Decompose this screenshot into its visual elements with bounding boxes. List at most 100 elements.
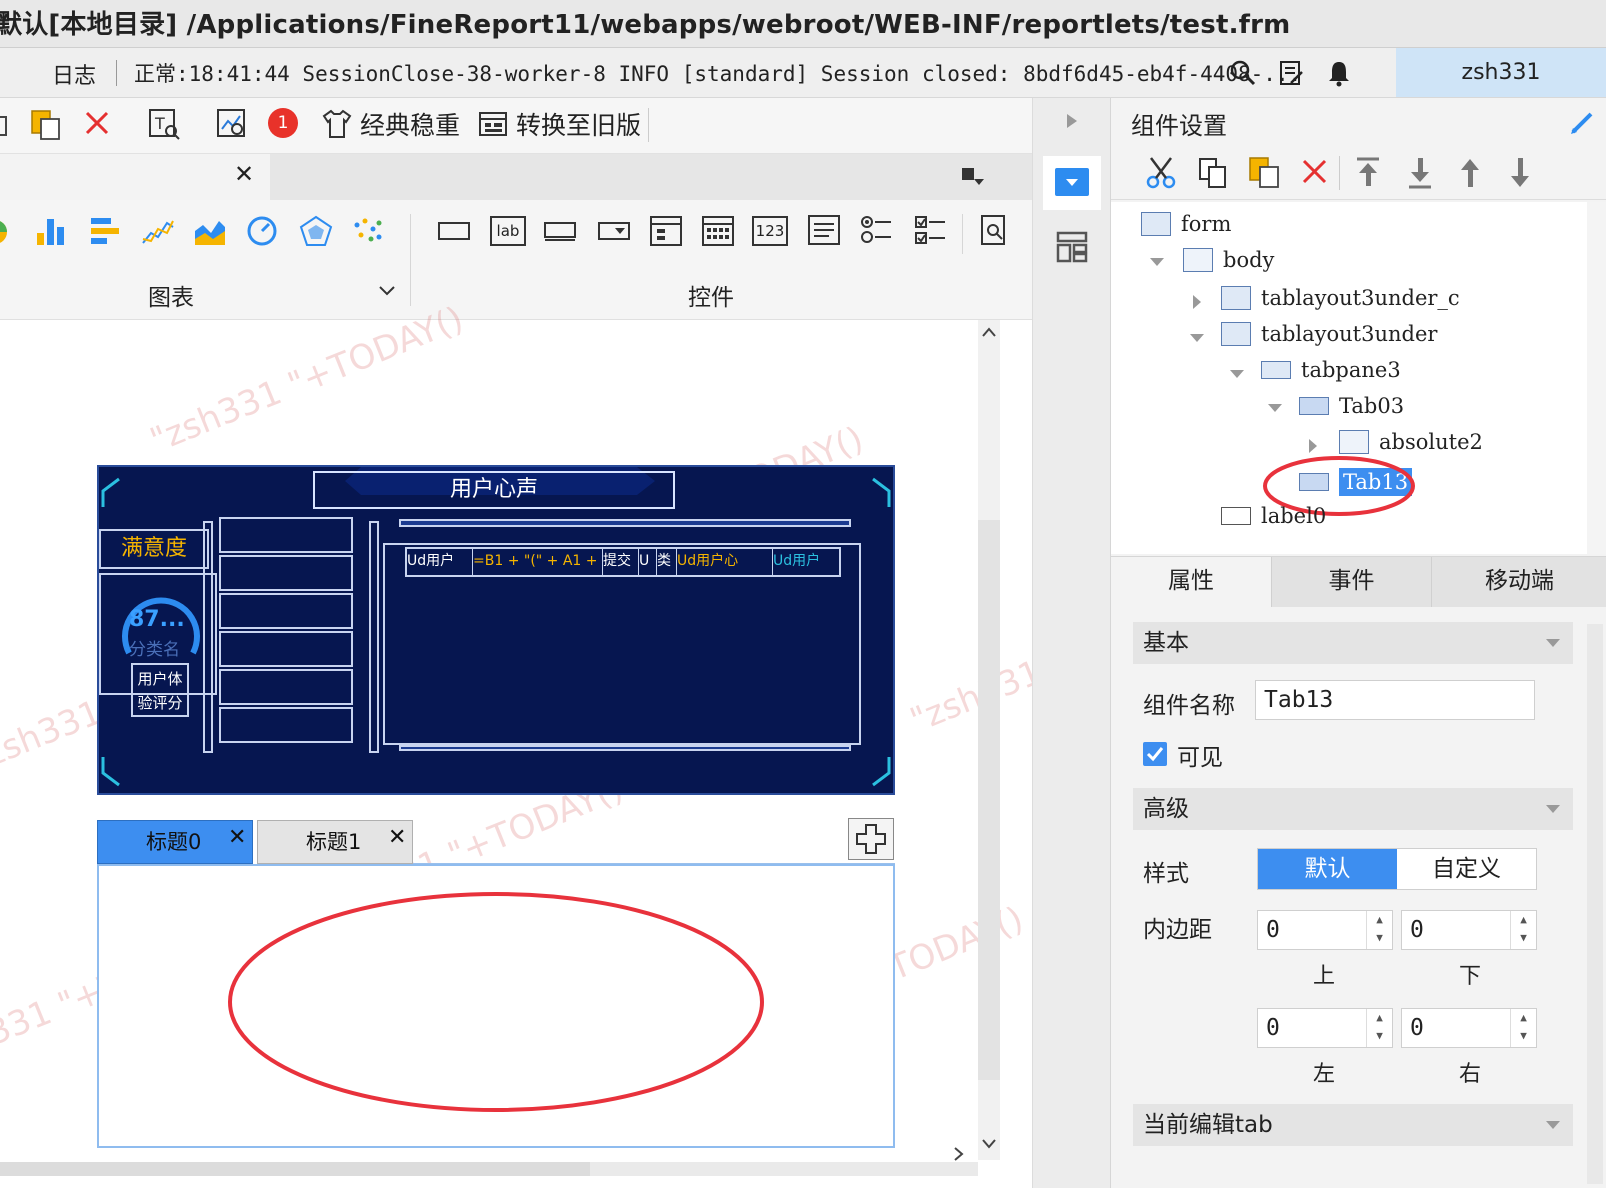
section-current-tab[interactable]: 当前编辑tab	[1133, 1104, 1573, 1146]
table-cell[interactable]: Ud用户	[407, 549, 473, 575]
table-cell[interactable]: U	[639, 549, 657, 575]
table-cell[interactable]: Ud用户	[773, 549, 839, 575]
close-tab-icon[interactable]: ✕	[234, 160, 254, 188]
collapse-arrow-icon[interactable]	[1149, 256, 1165, 268]
pie-chart-icon[interactable]	[0, 214, 16, 248]
padding-right-input[interactable]: 0 ▲ ▼	[1401, 1008, 1537, 1048]
bell-icon[interactable]	[1324, 58, 1354, 88]
theme-shirt-icon[interactable]	[320, 106, 354, 142]
tree-node-absolute2[interactable]: absolute2	[1339, 430, 1483, 454]
component-name-input[interactable]: Tab13	[1255, 680, 1535, 720]
radar-chart-icon[interactable]	[298, 214, 334, 248]
scatter-chart-icon[interactable]	[350, 214, 386, 248]
section-advanced[interactable]: 高级	[1133, 788, 1573, 830]
experience-score-button[interactable]: 用户体验评分	[131, 663, 189, 717]
date-widget-icon[interactable]	[648, 212, 684, 248]
tab-properties[interactable]: 属性	[1111, 557, 1271, 607]
scroll-down-icon[interactable]	[981, 1138, 997, 1150]
textarea-widget-icon[interactable]	[806, 212, 842, 248]
tab-title0[interactable]: 标题0 ✕	[97, 820, 253, 864]
label-widget-icon[interactable]: lab	[490, 216, 526, 246]
query-widget-icon[interactable]	[976, 212, 1006, 248]
table-cell[interactable]: =B1 + "(" + A1 +	[473, 549, 603, 575]
cut-icon[interactable]	[1145, 156, 1179, 190]
move-top-icon[interactable]	[1355, 156, 1381, 190]
tab-title1[interactable]: 标题1 ✕	[257, 820, 413, 864]
pencil-icon[interactable]	[1569, 108, 1597, 136]
tree-node-tablayout3under[interactable]: tablayout3under	[1221, 322, 1437, 346]
classic-theme-button[interactable]: 经典稳重	[360, 106, 460, 142]
widget-settings-tab[interactable]	[1043, 156, 1101, 210]
checkbox-group-widget-icon[interactable]	[912, 212, 948, 248]
expand-arrow-icon[interactable]	[1191, 294, 1203, 310]
padding-top-input[interactable]: 0 ▲ ▼	[1257, 910, 1393, 950]
template-preview-icon[interactable]: T	[146, 106, 182, 142]
properties-scrollbar[interactable]	[1587, 624, 1603, 1184]
spinner-arrows[interactable]: ▲ ▼	[1366, 911, 1392, 949]
table-cell[interactable]: 类	[657, 549, 677, 575]
layout-settings-icon[interactable]	[1053, 228, 1091, 266]
tree-node-form[interactable]: form	[1141, 212, 1231, 236]
style-default-button[interactable]: 默认	[1258, 849, 1397, 889]
bar-chart-icon[interactable]	[34, 214, 70, 248]
line-chart-icon[interactable]	[140, 214, 176, 248]
table-cell[interactable]: 提交	[603, 549, 639, 575]
text-field-widget-icon[interactable]	[542, 216, 578, 246]
dropdown-widget-icon[interactable]	[596, 216, 632, 246]
tab-menu-icon[interactable]	[958, 162, 988, 192]
collapse-arrow-icon[interactable]	[1267, 402, 1283, 414]
log-message[interactable]: 正常:18:41:44 SessionClose-38-worker-8 INF…	[134, 58, 1301, 88]
horizontal-bar-icon[interactable]	[88, 214, 124, 248]
table-cell[interactable]: Ud用户心	[677, 549, 773, 575]
delete-icon[interactable]	[1301, 158, 1329, 186]
tree-node-tablayout3under-c[interactable]: tablayout3under_c	[1221, 286, 1460, 310]
open-file-tab[interactable]: ✕	[0, 154, 270, 200]
scroll-up-icon[interactable]	[981, 326, 997, 338]
collapse-arrow-icon[interactable]	[1229, 368, 1245, 380]
tree-node-body[interactable]: body	[1183, 248, 1274, 272]
spinner-arrows[interactable]: ▲ ▼	[1366, 1009, 1392, 1047]
button-widget-icon[interactable]	[436, 216, 472, 246]
horizontal-scrollbar[interactable]	[0, 1162, 978, 1176]
user-account[interactable]: zsh331	[1396, 48, 1606, 97]
move-down-icon[interactable]	[1507, 156, 1533, 190]
close-tab-icon[interactable]: ✕	[388, 817, 406, 859]
expand-right-icon[interactable]	[1065, 112, 1079, 130]
tree-node-tab03[interactable]: Tab03	[1299, 394, 1404, 418]
move-up-icon[interactable]	[1457, 156, 1483, 190]
collapse-arrow-icon[interactable]	[1189, 332, 1205, 344]
number-widget-icon[interactable]: 123	[752, 216, 788, 246]
delete-icon[interactable]	[82, 108, 112, 138]
expand-arrow-icon[interactable]	[1307, 438, 1319, 454]
close-tab-icon[interactable]: ✕	[228, 817, 246, 859]
paste-icon[interactable]	[28, 106, 64, 142]
calendar-widget-icon[interactable]	[700, 212, 736, 248]
scroll-right-icon[interactable]	[952, 1146, 966, 1162]
padding-bottom-input[interactable]: 0 ▲ ▼	[1401, 910, 1537, 950]
add-tab-button[interactable]	[848, 818, 894, 860]
tab-mobile[interactable]: 移动端	[1431, 557, 1606, 607]
chart-preview-icon[interactable]	[214, 106, 250, 142]
spinner-arrows[interactable]: ▲ ▼	[1510, 911, 1536, 949]
tree-node-label0[interactable]: label0	[1221, 504, 1326, 528]
log-label[interactable]: 日志	[52, 58, 96, 90]
scrollbar-thumb[interactable]	[0, 1162, 590, 1176]
tree-node-tabpane3[interactable]: tabpane3	[1261, 358, 1401, 382]
paste-icon[interactable]	[1247, 154, 1283, 190]
visible-checkbox[interactable]	[1143, 742, 1167, 766]
spinner-arrows[interactable]: ▲ ▼	[1510, 1009, 1536, 1047]
tab-events[interactable]: 事件	[1271, 557, 1431, 607]
gauge-chart-icon[interactable]	[244, 214, 280, 248]
notification-badge[interactable]: 1	[268, 108, 298, 138]
vertical-scrollbar[interactable]	[978, 320, 1000, 1160]
copy-icon[interactable]	[1197, 156, 1231, 190]
style-custom-button[interactable]: 自定义	[1397, 849, 1536, 889]
area-chart-icon[interactable]	[192, 214, 228, 248]
padding-left-input[interactable]: 0 ▲ ▼	[1257, 1008, 1393, 1048]
tree-scrollbar[interactable]	[1587, 202, 1606, 554]
convert-old-version-button[interactable]: 转换至旧版	[516, 106, 641, 142]
partial-icon[interactable]	[0, 110, 12, 140]
convert-icon[interactable]	[476, 106, 512, 142]
search-icon[interactable]	[1228, 58, 1258, 88]
section-basic[interactable]: 基本	[1133, 622, 1573, 664]
